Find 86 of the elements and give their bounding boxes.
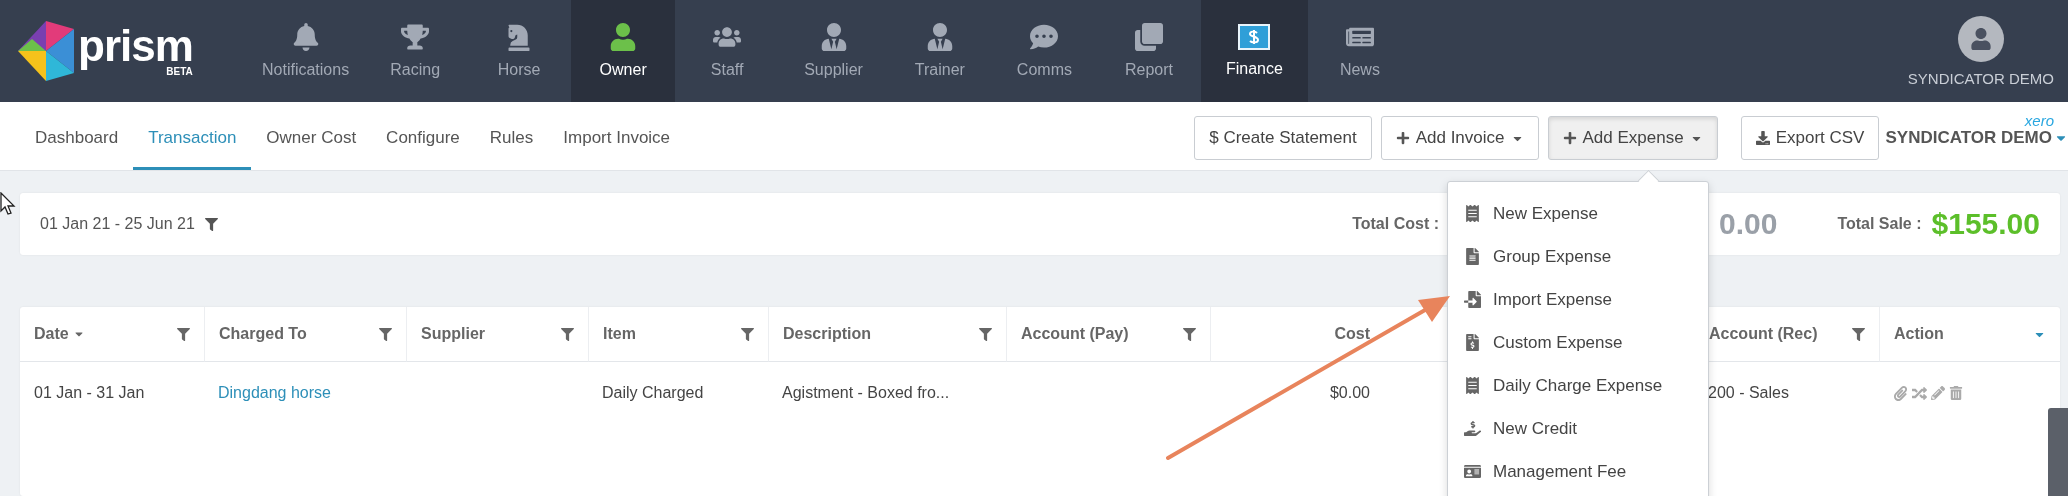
column-header[interactable]: Supplier (406, 307, 588, 362)
dollar-document-icon (1464, 334, 1481, 351)
column-title: Account (Rec) (1709, 325, 1818, 343)
person-icon (925, 23, 954, 51)
tab[interactable]: Transaction (133, 102, 252, 170)
nav-item[interactable]: Trainer (887, 0, 992, 102)
toolbar-button[interactable]: $ Create Statement (1194, 116, 1372, 160)
id-card-icon (1464, 463, 1481, 480)
total-sale-value: $155.00 (1931, 207, 2040, 241)
nav-item[interactable]: Notifications (248, 0, 364, 102)
table-cell: 200 - Sales (1708, 384, 1789, 402)
nav-item[interactable]: News (1307, 0, 1412, 102)
hand-coin-icon (1464, 420, 1481, 437)
paperclip-icon[interactable] (1893, 385, 1908, 401)
download-icon (1755, 131, 1770, 145)
column-title: Date (34, 325, 69, 343)
trophy-icon (401, 23, 430, 51)
nav-item[interactable]: Staff (675, 0, 780, 102)
filter-icon[interactable] (561, 327, 574, 341)
column-header[interactable]: Charged To (204, 307, 406, 362)
menu-item[interactable]: Management Fee (1448, 450, 1708, 493)
plus-icon (1562, 131, 1577, 145)
column-header[interactable]: Item (588, 307, 768, 362)
dollar-card-icon (1238, 24, 1271, 50)
table-cell: 01 Jan - 31 Jan (34, 384, 145, 402)
person-icon (819, 23, 848, 51)
column-title: Account (Pay) (1021, 325, 1129, 343)
filter-icon[interactable] (1183, 327, 1196, 341)
horse-link[interactable]: Dingdang horse (218, 384, 331, 402)
receipt-icon (1464, 377, 1481, 394)
menu-item[interactable]: New Credit (1448, 407, 1708, 450)
column-title: Action (1894, 325, 1944, 343)
column-title: Supplier (421, 325, 485, 343)
menu-item[interactable]: New Expense (1448, 192, 1708, 235)
column-header[interactable]: Date (20, 307, 204, 362)
table-cell: $0.00 (1329, 384, 1370, 402)
nav-item[interactable]: Supplier (779, 0, 888, 102)
total-cost-label: Total Cost : (1352, 215, 1439, 233)
filter-icon[interactable] (1852, 327, 1865, 341)
nav-item[interactable]: Horse (467, 0, 572, 102)
document-icon (1464, 248, 1481, 265)
nav-item[interactable]: Comms (991, 0, 1097, 102)
person-icon (609, 23, 638, 51)
tab[interactable]: Rules (474, 102, 549, 170)
tab[interactable]: Dashboard (20, 102, 134, 170)
toolbar-button[interactable]: Add Invoice (1380, 116, 1539, 160)
receipt-icon (1464, 205, 1481, 222)
table-cell: Daily Charged (602, 384, 704, 402)
filter-icon[interactable] (177, 327, 190, 341)
speech-bubble-icon (1030, 23, 1059, 51)
filter-icon[interactable] (379, 327, 392, 341)
cards-icon (1134, 23, 1163, 51)
menu-item[interactable]: Daily Charge Expense (1448, 364, 1708, 407)
logo-icon (18, 21, 74, 81)
nav-item[interactable]: Owner (571, 0, 676, 102)
filter-icon[interactable] (741, 327, 754, 341)
filter-icon[interactable] (979, 327, 992, 341)
column-header[interactable]: Action (1879, 307, 2019, 362)
cursor-icon (0, 192, 16, 216)
nav-item[interactable]: Finance (1200, 0, 1308, 102)
total-sale-label: Total Sale : (1837, 215, 1922, 233)
date-range[interactable]: 01 Jan 21 - 25 Jun 21 (40, 215, 195, 233)
toolbar-button[interactable]: Add Expense (1547, 116, 1718, 160)
xero-logo: xero (2024, 114, 2054, 128)
bell-icon (291, 23, 320, 51)
column-header[interactable]: Description (768, 307, 1006, 362)
column-header[interactable]: Account (Pay) (1006, 307, 1210, 362)
column-title: Item (603, 325, 636, 343)
organisation-name[interactable]: SYNDICATOR DEMO (1885, 128, 2052, 148)
tab[interactable]: Configure (371, 102, 475, 170)
total-cost-value: 0.00 (1719, 207, 1778, 241)
column-header[interactable]: Cost (1210, 307, 1384, 362)
nav-item[interactable]: Racing (363, 0, 468, 102)
toolbar-button[interactable]: Export CSV (1740, 116, 1880, 160)
nav-item[interactable]: Report (1096, 0, 1201, 102)
plus-icon (1395, 131, 1410, 145)
table-cell: Agistment - Boxed fro... (782, 384, 950, 402)
column-title: Charged To (219, 325, 307, 343)
column-title: Description (783, 325, 871, 343)
tab[interactable]: Owner Cost (251, 102, 372, 170)
menu-item[interactable]: Group Expense (1448, 235, 1708, 278)
user-name: SYNDICATOR DEMO (1907, 69, 2054, 87)
tab[interactable]: Import Invoice (548, 102, 686, 170)
filter-icon[interactable] (204, 217, 218, 231)
document-icon (1464, 291, 1481, 308)
column-title: Cost (1334, 325, 1370, 343)
